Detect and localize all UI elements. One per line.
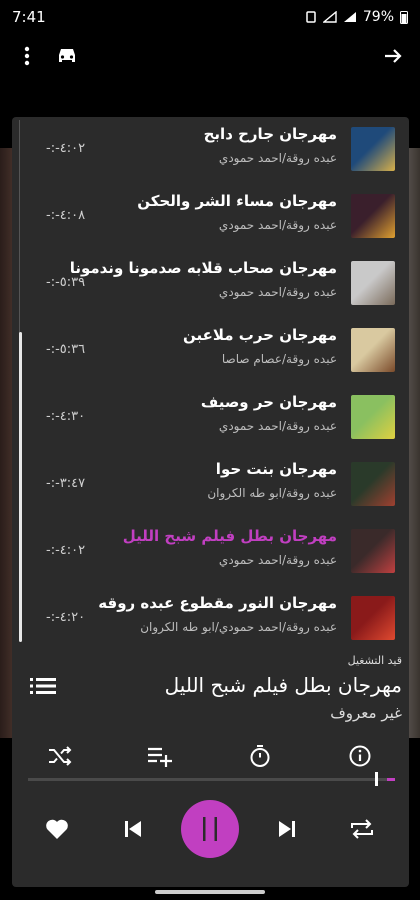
pause-button[interactable] xyxy=(181,800,239,858)
track-row[interactable]: -:-٤:٣٠ مهرجان حر وصيف عبده روقة/احمد حمود… xyxy=(12,385,409,452)
cell-signal-icon xyxy=(343,12,356,22)
queue-list-icon[interactable] xyxy=(30,676,56,700)
track-artist: عبده روقة/عصام صاصا xyxy=(221,352,337,366)
status-icons: 79% xyxy=(305,9,408,25)
album-thumbnail xyxy=(351,127,395,171)
album-thumbnail xyxy=(351,328,395,372)
next-track-icon[interactable] xyxy=(274,816,300,842)
notification-icon xyxy=(306,11,316,23)
track-row[interactable]: -:-٤:٠٢ مهرجان جارح دابح عبده روقة/احمد حم… xyxy=(12,117,409,184)
app-bar xyxy=(0,34,420,78)
track-title: مهرجان النور مقطوع عبده روقه xyxy=(98,594,337,612)
battery-icon xyxy=(400,11,408,24)
shuffle-icon[interactable] xyxy=(46,742,74,770)
track-title: مهرجان جارح دابح xyxy=(203,125,337,143)
track-artist: عبده روقة/احمد حمودي xyxy=(218,218,337,232)
track-artist: عبده روقة/احمد حمودي xyxy=(218,419,337,433)
album-thumbnail xyxy=(351,462,395,506)
seek-bar-thumb[interactable] xyxy=(374,772,378,786)
track-artist: عبده روقة/احمد حمودي/ابو طه الكروان xyxy=(140,620,337,634)
track-title: مهرجان بنت حوا xyxy=(215,460,337,478)
track-duration: -:-٤:٢٠ xyxy=(46,610,86,625)
wifi-signal-icon xyxy=(322,11,337,23)
track-artist: عبده روقة/ابو طه الكروان xyxy=(207,486,337,500)
repeat-icon[interactable] xyxy=(348,816,376,842)
track-artist: عبده روقة/احمد حمودي xyxy=(218,285,337,299)
track-duration: -:-٤:٠٨ xyxy=(46,208,86,223)
status-bar: 7:41 79% xyxy=(0,0,420,34)
album-thumbnail xyxy=(351,395,395,439)
album-thumbnail xyxy=(351,529,395,573)
seek-bar-fill xyxy=(386,778,395,781)
now-playing-artist: غير معروف xyxy=(330,704,402,722)
track-title: مهرجان حر وصيف xyxy=(200,393,337,411)
track-row[interactable]: -:-٤:٢٠ مهرجان النور مقطوع عبده روقه عبده … xyxy=(12,586,409,653)
track-row[interactable]: -:-٥:٣٩ مهرجان صحاب قلابه صدمونا وندمونا ع… xyxy=(12,251,409,318)
secondary-controls xyxy=(12,738,409,774)
status-time: 7:41 xyxy=(12,8,46,26)
info-icon[interactable] xyxy=(346,742,374,770)
album-thumbnail xyxy=(351,194,395,238)
track-duration: -:-٤:٠٢ xyxy=(46,543,86,558)
track-duration: -:-٥:٣٦ xyxy=(46,342,86,357)
car-mode-icon[interactable] xyxy=(50,39,84,73)
playback-controls xyxy=(12,800,409,860)
track-title: مهرجان حرب ملاعبن xyxy=(183,326,337,344)
track-duration: -:-٥:٣٩ xyxy=(46,275,86,290)
album-thumbnail xyxy=(351,261,395,305)
sleep-timer-icon[interactable] xyxy=(246,742,274,770)
track-duration: -:-٤:٣٠ xyxy=(46,409,86,424)
track-title: مهرجان بطل فيلم شبح الليل xyxy=(122,527,337,545)
track-duration: -:-٣:٤٧ xyxy=(46,476,86,491)
track-title: مهرجان مساء الشر والحكن xyxy=(137,192,337,210)
add-to-playlist-icon[interactable] xyxy=(146,742,174,770)
track-duration: -:-٤:٠٢ xyxy=(46,141,86,156)
seek-bar[interactable] xyxy=(28,772,395,786)
track-artist: عبده روقة/احمد حمودي xyxy=(218,553,337,567)
track-row[interactable]: -:-٤:٠٢ مهرجان بطل فيلم شبح الليل عبده روق… xyxy=(12,519,409,586)
track-artist: عبده روقة/احمد حمودي xyxy=(218,151,337,165)
forward-arrow-icon[interactable] xyxy=(376,39,410,73)
now-playing-title: مهرجان بطل فيلم شبح الليل xyxy=(164,673,402,697)
previous-track-icon[interactable] xyxy=(120,816,146,842)
track-row[interactable]: -:-٤:٠٨ مهرجان مساء الشر والحكن عبده روقة/… xyxy=(12,184,409,251)
favorite-heart-icon[interactable] xyxy=(44,816,70,842)
battery-percent: 79% xyxy=(362,9,394,25)
track-row[interactable]: -:-٥:٣٦ مهرجان حرب ملاعبن عبده روقة/عصام ص… xyxy=(12,318,409,385)
track-title: مهرجان صحاب قلابه صدمونا وندمونا xyxy=(69,259,337,277)
more-options-icon[interactable] xyxy=(10,39,44,73)
home-indicator xyxy=(155,890,265,894)
now-playing-label: قيد التشغيل xyxy=(347,654,402,667)
album-thumbnail xyxy=(351,596,395,640)
track-row[interactable]: -:-٣:٤٧ مهرجان بنت حوا عبده روقة/ابو طه ال… xyxy=(12,452,409,519)
